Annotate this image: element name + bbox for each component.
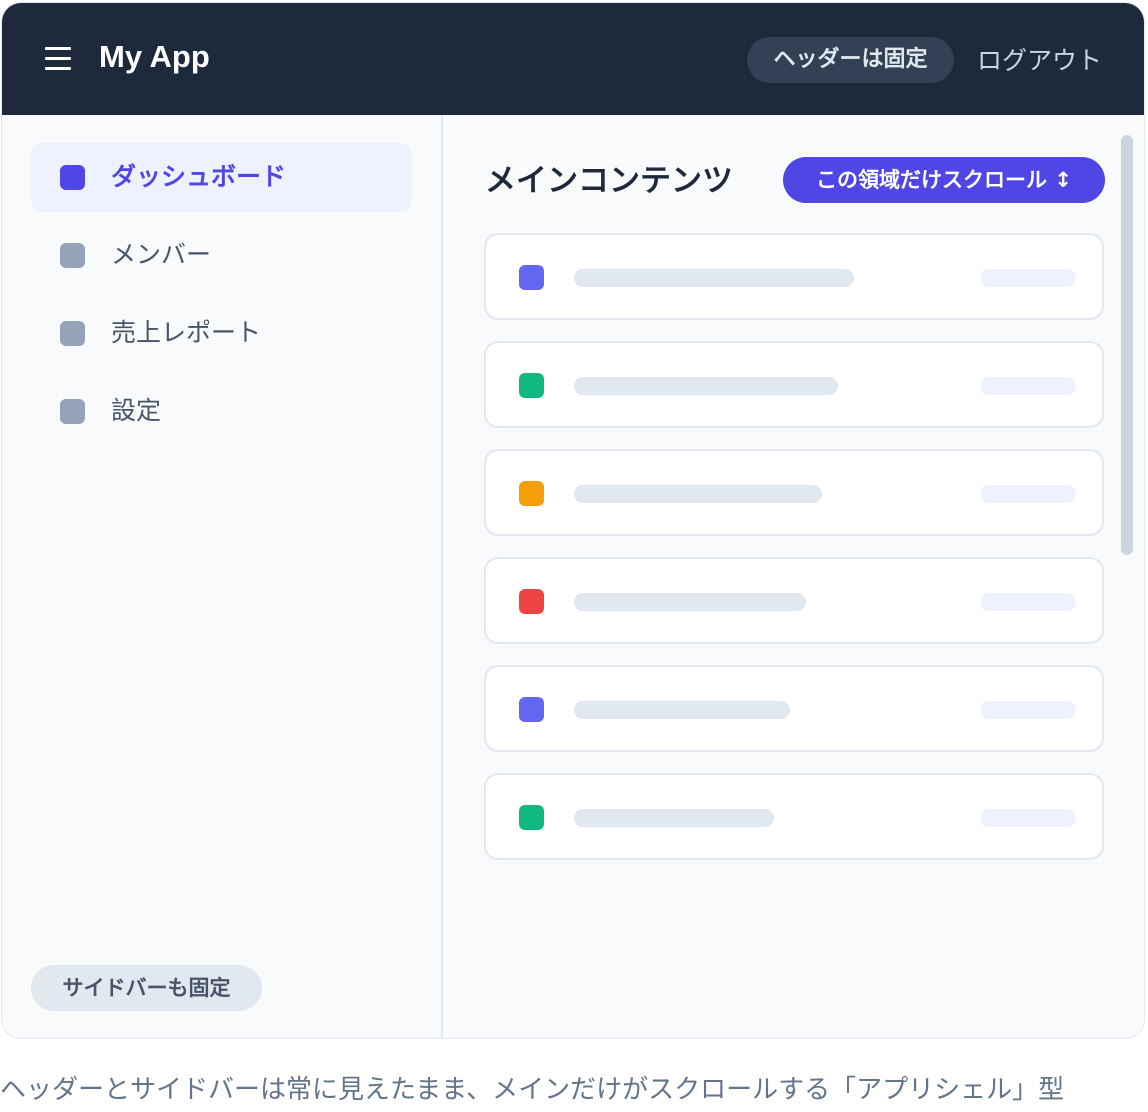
settings-icon [60,399,85,424]
card-meta-placeholder [980,809,1076,827]
card-color-marker [519,481,544,506]
sidebar-item-label: ダッシュボード [111,162,287,191]
logout-link[interactable]: ログアウト [977,43,1102,79]
card-text-placeholder [574,701,790,719]
sidebar-item-sales-report[interactable]: 売上レポート [31,299,412,368]
card-color-marker [519,697,544,722]
content-card[interactable] [484,557,1104,644]
app-title: My App [99,39,210,74]
sidebar-fixed-badge: サイドバーも固定 [31,965,262,1011]
card-meta-placeholder [980,485,1076,503]
sidebar-item-label: 設定 [111,396,162,425]
sidebar: ダッシュボード メンバー 売上レポート 設定 サイドバーも固定 [2,115,443,1038]
scroll-area-badge: この領域だけスクロール ↕ [783,157,1105,203]
members-icon [60,243,85,268]
card-meta-placeholder [980,377,1076,395]
card-text-placeholder [574,593,806,611]
card-color-marker [519,373,544,398]
sidebar-item-label: メンバー [111,240,212,269]
dashboard-icon [60,165,85,190]
card-meta-placeholder [980,593,1076,611]
content-card[interactable] [484,773,1104,860]
main-content[interactable]: メインコンテンツ この領域だけスクロール ↕ [443,115,1144,1038]
page-title: メインコンテンツ [485,163,733,199]
content-card[interactable] [484,665,1104,752]
app-header: My App ヘッダーは固定 ログアウト [2,3,1144,115]
card-meta-placeholder [980,269,1076,287]
sidebar-item-settings[interactable]: 設定 [31,377,412,446]
card-color-marker [519,589,544,614]
app-shell: My App ヘッダーは固定 ログアウト ダッシュボード メンバー 売上レポート… [1,2,1145,1039]
content-card[interactable] [484,449,1104,536]
sidebar-item-members[interactable]: メンバー [31,221,412,290]
card-text-placeholder [574,377,838,395]
caption-text: ヘッダーとサイドバーは常に見えたまま、メインだけがスクロールする「アプリシェル」… [0,1075,1065,1105]
card-text-placeholder [574,809,774,827]
sidebar-item-dashboard[interactable]: ダッシュボード [31,143,412,212]
content-card[interactable] [484,341,1104,428]
hamburger-menu-icon[interactable] [42,41,74,75]
card-color-marker [519,805,544,830]
card-text-placeholder [574,269,854,287]
header-fixed-badge: ヘッダーは固定 [747,37,954,83]
sidebar-item-label: 売上レポート [111,318,262,347]
card-text-placeholder [574,485,822,503]
card-meta-placeholder [980,701,1076,719]
main-scrollbar[interactable] [1121,135,1133,555]
content-card[interactable] [484,233,1104,320]
sales-report-icon [60,321,85,346]
card-color-marker [519,265,544,290]
